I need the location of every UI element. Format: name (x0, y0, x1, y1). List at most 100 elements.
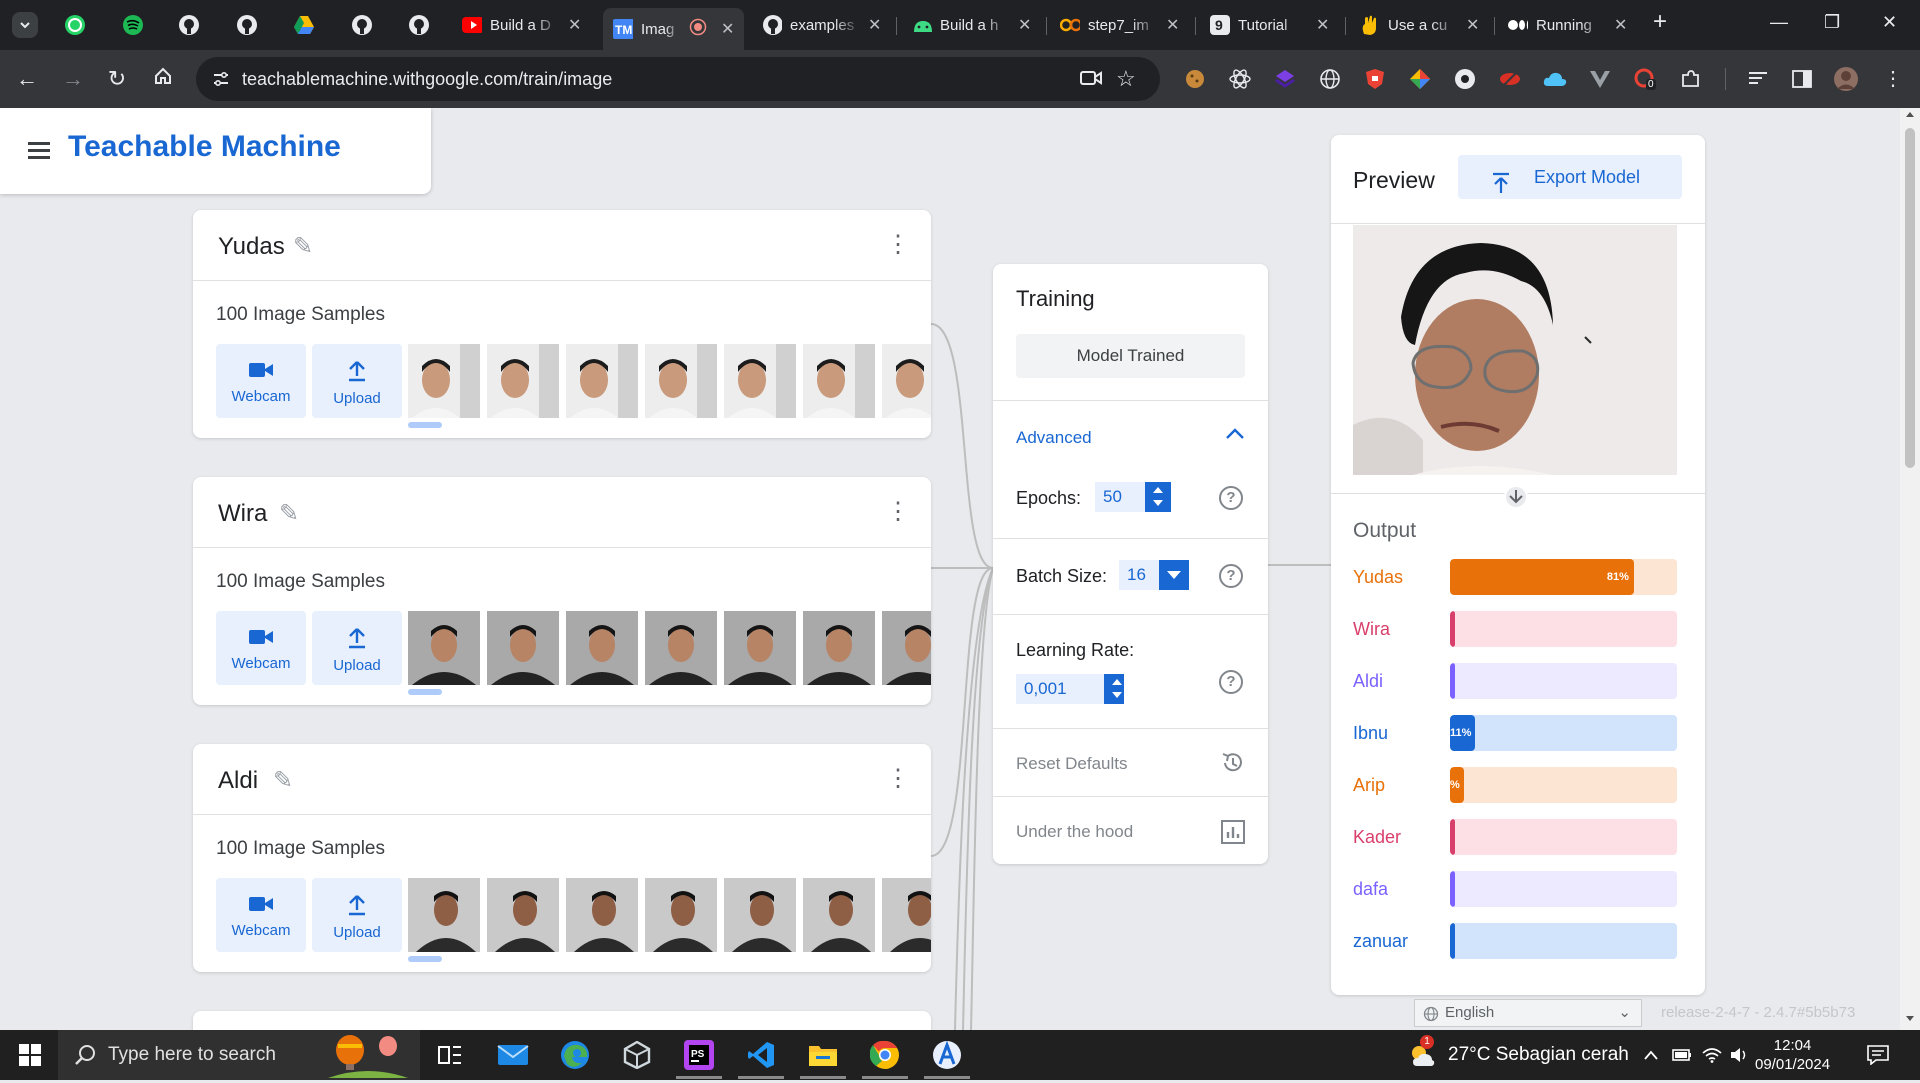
volume-icon[interactable] (1728, 1039, 1752, 1071)
sample-thumbnail[interactable] (408, 344, 480, 418)
sample-thumbnail[interactable] (882, 344, 931, 418)
sample-thumbnail[interactable] (724, 611, 796, 685)
tab-github-examples[interactable]: examples ✕ (762, 8, 881, 42)
phpstorm-icon[interactable]: PS (683, 1039, 715, 1071)
android-studio-icon[interactable] (931, 1039, 963, 1071)
show-hidden-icons-chevron[interactable] (1639, 1039, 1663, 1071)
help-icon[interactable]: ? (1219, 564, 1243, 588)
learning-rate-stepper[interactable] (1104, 674, 1124, 704)
sample-thumbnail[interactable] (566, 878, 638, 952)
battery-icon[interactable] (1670, 1039, 1694, 1071)
globe-extension-icon[interactable] (1318, 67, 1342, 91)
sample-thumbnail[interactable] (408, 611, 480, 685)
red-eye-extension-icon[interactable] (1498, 67, 1522, 91)
notifications-icon[interactable] (1862, 1039, 1894, 1071)
back-button[interactable]: ← (12, 66, 42, 92)
bookmark-star-icon[interactable]: ☆ (1116, 66, 1136, 92)
sample-thumbnail[interactable] (487, 344, 559, 418)
task-view-icon[interactable] (434, 1039, 466, 1071)
class-name[interactable]: Wira (218, 500, 267, 528)
cookie-extension-icon[interactable] (1183, 67, 1207, 91)
scroll-up-arrow[interactable] (1906, 112, 1914, 117)
tab-android[interactable]: Build a h ✕ (912, 8, 1031, 42)
close-tab-icon[interactable]: ✕ (868, 15, 881, 35)
webcam-button[interactable]: Webcam (216, 878, 306, 952)
sample-thumbnail[interactable] (487, 878, 559, 952)
site-info-icon[interactable] (212, 70, 230, 93)
cloud-extension-icon[interactable] (1543, 67, 1567, 91)
windows-start-icon[interactable] (14, 1039, 46, 1071)
under-the-hood-button[interactable]: Under the hood (1016, 822, 1133, 842)
tab-teachable-machine-active[interactable]: TM Imag ✕ (603, 8, 745, 50)
sample-thumbnail[interactable] (882, 611, 931, 685)
sample-thumbnail[interactable] (645, 878, 717, 952)
class-options-icon[interactable]: ⋮ (886, 497, 910, 526)
upload-button[interactable]: Upload (312, 344, 402, 418)
weather-icon[interactable]: 1 (1406, 1035, 1438, 1071)
epochs-input[interactable]: 50 (1095, 482, 1151, 512)
close-window-button[interactable]: ✕ (1882, 12, 1897, 33)
sample-thumbnail[interactable] (803, 878, 875, 952)
sample-thumbnail[interactable] (882, 878, 931, 952)
batch-size-select[interactable]: 16 (1119, 560, 1159, 590)
export-model-button[interactable]: Export Model (1458, 155, 1682, 199)
upload-button[interactable]: Upload (312, 878, 402, 952)
tab-github-2[interactable] (234, 12, 260, 38)
sample-thumbnail[interactable] (566, 611, 638, 685)
sample-thumbnail[interactable] (408, 878, 480, 952)
wifi-icon[interactable] (1700, 1039, 1724, 1071)
close-tab-icon[interactable]: ✕ (1316, 15, 1329, 35)
reload-button[interactable]: ↻ (102, 66, 132, 92)
circle-extension-icon[interactable] (1453, 67, 1477, 91)
minimize-window-button[interactable]: — (1770, 12, 1788, 33)
close-tab-icon[interactable]: ✕ (721, 19, 734, 39)
tab-github-1[interactable] (176, 12, 202, 38)
advanced-toggle[interactable]: Advanced (1016, 428, 1092, 448)
edge-browser-icon[interactable] (559, 1039, 591, 1071)
react-devtools-icon[interactable] (1228, 67, 1252, 91)
batch-size-dropdown[interactable] (1159, 560, 1189, 590)
sample-thumbnail[interactable] (566, 344, 638, 418)
system-clock[interactable]: 12:04 09/01/2024 (1755, 1036, 1830, 1074)
webcam-button[interactable]: Webcam (216, 344, 306, 418)
colorful-extension-icon[interactable] (1408, 67, 1432, 91)
edit-pencil-icon[interactable]: ✎ (293, 232, 313, 261)
shield-extension-icon[interactable] (1363, 67, 1387, 91)
scrollbar-thumb[interactable] (1905, 128, 1915, 468)
sample-thumbnail[interactable] (645, 611, 717, 685)
file-explorer-icon[interactable] (807, 1039, 839, 1071)
thumbnail-scroll-indicator[interactable] (408, 956, 442, 962)
extensions-puzzle-icon[interactable] (1678, 67, 1702, 91)
webcam-button[interactable]: Webcam (216, 611, 306, 685)
profile-avatar[interactable] (1834, 67, 1858, 91)
vscode-icon[interactable] (745, 1039, 777, 1071)
class-name[interactable]: Aldi (218, 767, 258, 795)
tab-spotify[interactable] (120, 12, 146, 38)
class-options-icon[interactable]: ⋮ (886, 230, 910, 259)
scroll-down-arrow[interactable] (1906, 1016, 1914, 1021)
tab-github-3[interactable] (349, 12, 375, 38)
tab-colab[interactable]: step7_im ✕ (1060, 8, 1179, 42)
sample-thumbnail[interactable] (487, 611, 559, 685)
history-icon[interactable] (1220, 750, 1246, 781)
restore-window-button[interactable]: ❐ (1824, 12, 1840, 33)
tab-search-button[interactable] (12, 12, 38, 38)
sample-thumbnail[interactable] (724, 344, 796, 418)
side-panel-icon[interactable] (1790, 67, 1814, 91)
tab-youtube[interactable]: Build a D ✕ (462, 8, 581, 42)
chrome-icon[interactable] (869, 1039, 901, 1071)
close-tab-icon[interactable]: ✕ (568, 15, 581, 35)
help-icon[interactable]: ? (1219, 486, 1243, 510)
edit-pencil-icon[interactable]: ✎ (273, 766, 293, 795)
taskbar-search-box[interactable]: Type here to search (58, 1030, 420, 1080)
browser-menu-button[interactable]: ⋮ (1878, 66, 1908, 92)
vuejs-devtools-icon[interactable] (1588, 67, 1612, 91)
bar-chart-icon[interactable] (1221, 820, 1245, 849)
home-button[interactable] (148, 66, 178, 92)
tab-github-4[interactable] (406, 12, 432, 38)
sample-thumbnail[interactable] (645, 344, 717, 418)
sample-thumbnail[interactable] (724, 878, 796, 952)
tab-medium[interactable]: Running ✕ (1508, 8, 1627, 42)
reading-list-icon[interactable] (1746, 67, 1770, 91)
page-scrollbar[interactable] (1900, 108, 1920, 1030)
